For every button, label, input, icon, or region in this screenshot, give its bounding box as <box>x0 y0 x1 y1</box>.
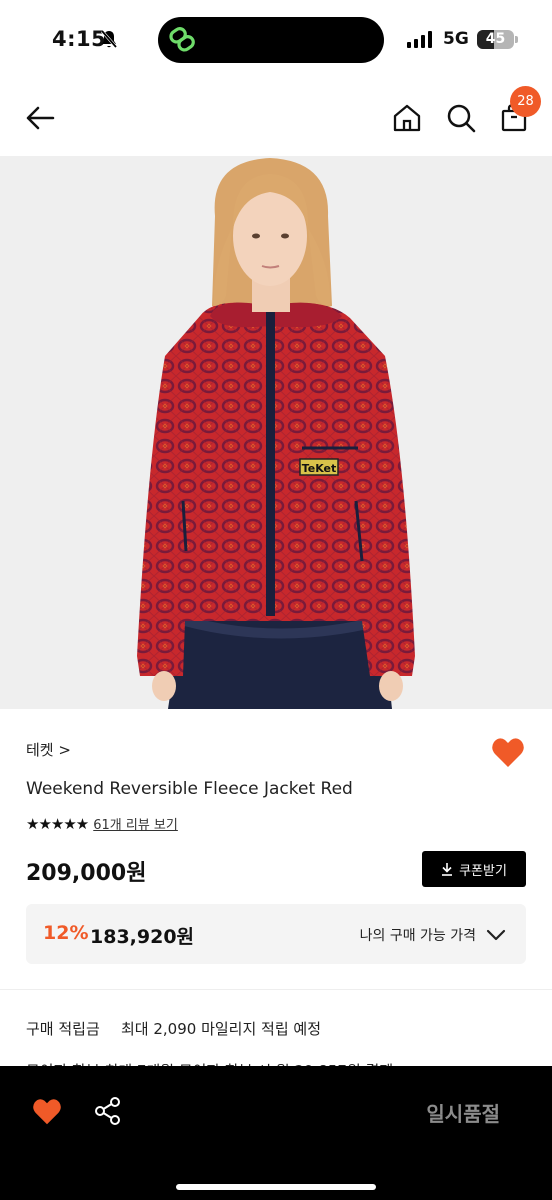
svg-text:TeKet: TeKet <box>302 462 337 475</box>
points-value: 최대 2,090 마일리지 적립 예정 <box>121 1020 322 1038</box>
dynamic-island <box>158 17 384 63</box>
back-arrow-icon[interactable] <box>24 102 56 138</box>
status-bar: 4:15 5G 45 <box>0 0 552 80</box>
battery-icon: 45 <box>477 30 514 49</box>
product-name: Weekend Reversible Fleece Jacket Red <box>26 779 353 799</box>
coupon-button[interactable]: 쿠폰받기 <box>422 851 526 887</box>
status-time: 4:15 <box>52 27 107 51</box>
heart-icon[interactable] <box>491 737 525 773</box>
section-divider <box>0 989 552 990</box>
product-image[interactable]: TeKet <box>0 156 552 709</box>
app-header: 28 <box>0 80 552 156</box>
member-price-label: 나의 구매 가능 가격 <box>359 928 476 944</box>
points-label: 구매 적립금 <box>26 1020 100 1038</box>
battery-tip <box>515 36 518 43</box>
share-icon[interactable] <box>94 1096 122 1130</box>
cart-count-badge: 28 <box>510 86 541 117</box>
search-icon[interactable] <box>445 102 477 138</box>
member-price-value: 183,920원 <box>90 926 195 948</box>
product-price: 209,000원 <box>26 861 147 886</box>
heart-icon[interactable] <box>32 1098 62 1130</box>
battery-level: 45 <box>485 31 506 47</box>
review-link[interactable]: 61개 리뷰 보기 <box>93 814 178 833</box>
network-type: 5G <box>443 29 469 49</box>
app-activity-icon <box>168 26 198 58</box>
coupon-button-label: 쿠폰받기 <box>459 863 507 879</box>
member-price-panel[interactable]: 12% 183,920원 나의 구매 가능 가격 <box>26 904 526 964</box>
bell-off-icon <box>100 29 118 53</box>
download-icon <box>442 863 453 876</box>
home-indicator[interactable] <box>176 1184 376 1190</box>
star-rating: ★★★★★ <box>26 814 89 833</box>
brand-link[interactable]: 테켓 > <box>26 739 71 760</box>
home-icon[interactable] <box>391 102 423 138</box>
signal-icon <box>407 31 432 48</box>
chevron-down-icon <box>486 927 506 946</box>
soldout-button[interactable]: 일시품절 <box>426 1098 500 1127</box>
bottom-action-bar: 일시품절 <box>0 1066 552 1200</box>
rating-row: ★★★★★ 61개 리뷰 보기 <box>26 814 178 834</box>
discount-rate: 12% <box>43 922 89 944</box>
